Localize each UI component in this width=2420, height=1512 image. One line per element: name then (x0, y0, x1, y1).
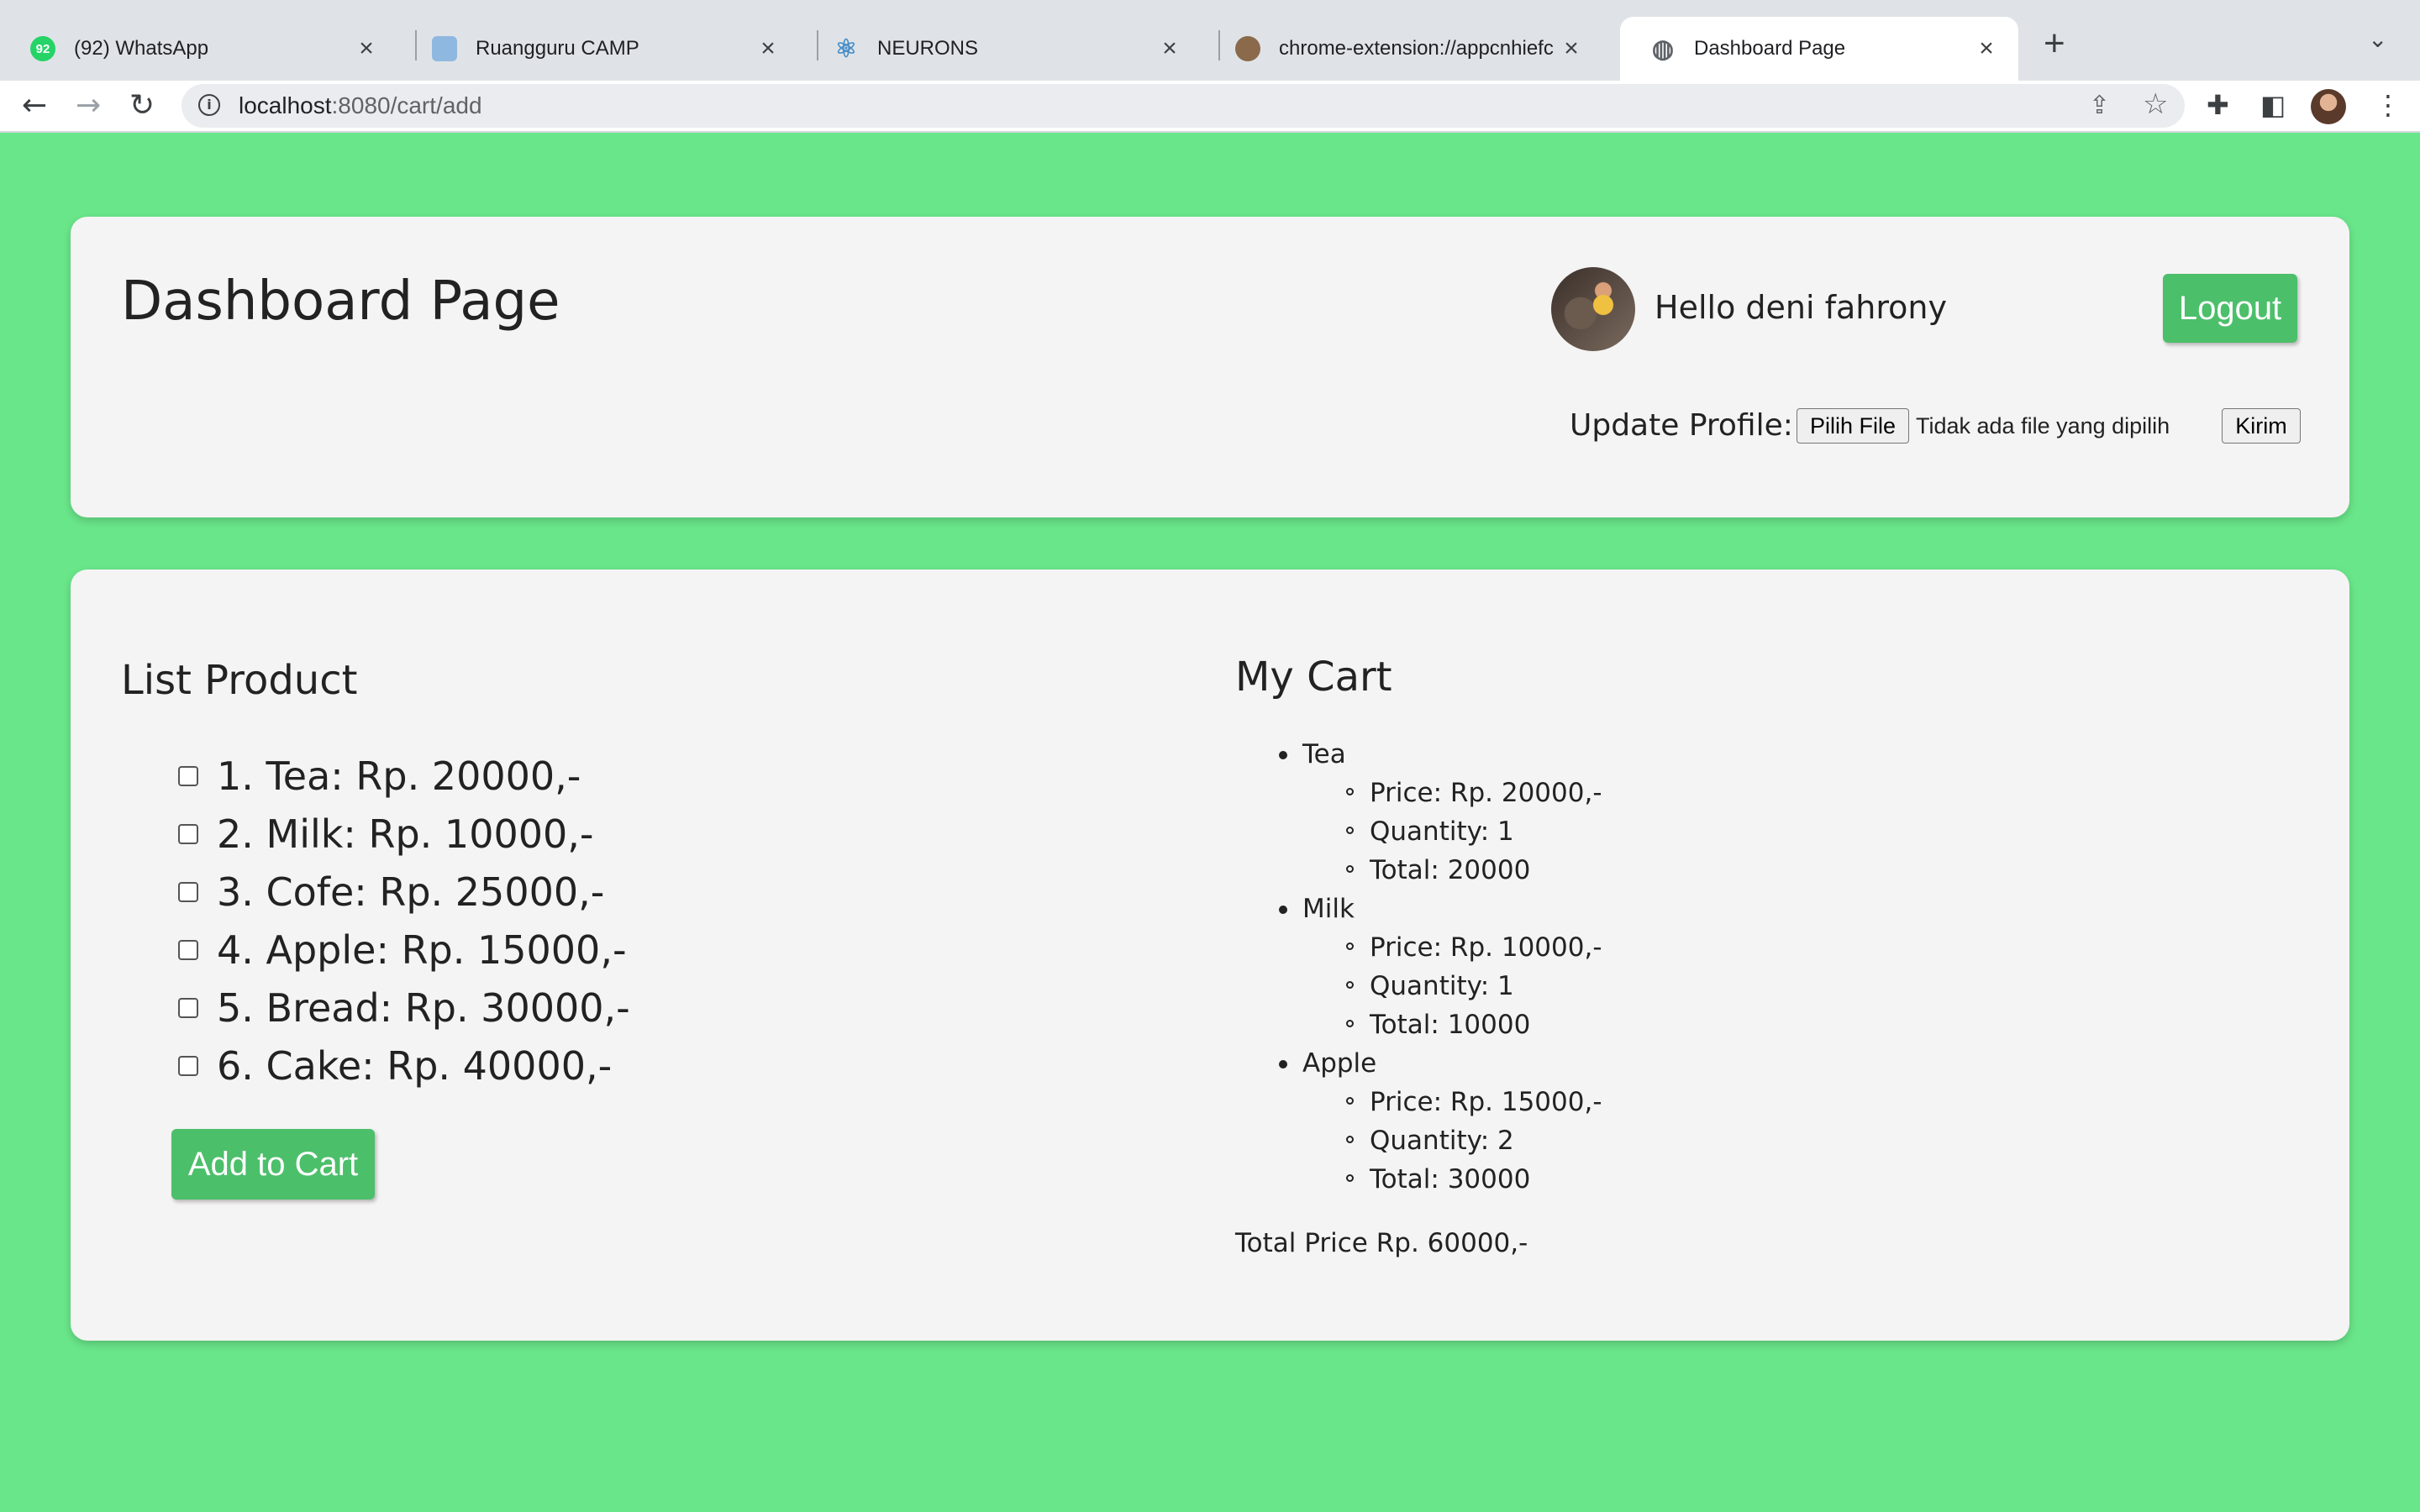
logout-button[interactable]: Logout (2163, 274, 2297, 343)
tab-ruangguru-camp[interactable]: Ruangguru CAMP × (402, 17, 800, 81)
tab-whatsapp[interactable]: 92 (92) WhatsApp × (0, 17, 398, 81)
browser-tab-bar: 92 (92) WhatsApp × Ruangguru CAMP × ⚛ NE… (0, 0, 2420, 81)
cart-item-name: Tea (1279, 739, 1346, 769)
tab-dashboard-page[interactable]: ◍ Dashboard Page × (1620, 17, 2018, 81)
header-card: Dashboard Page Hello deni fahrony Logout… (71, 217, 2349, 517)
product-item[interactable]: 5. Bread: Rp. 30000,- (178, 983, 630, 1033)
reload-icon[interactable]: ↻ (129, 86, 155, 126)
tab-title: (92) WhatsApp (74, 37, 209, 60)
file-status-text: Tidak ada file yang dipilih (1916, 413, 2170, 438)
product-checkbox[interactable] (178, 940, 198, 960)
product-checkbox[interactable] (178, 824, 198, 844)
browser-menu-icon[interactable]: ⋮ (2375, 89, 2402, 121)
product-checkbox[interactable] (178, 998, 198, 1018)
cart-item-total: Total: 20000 (1345, 855, 1531, 885)
tab-chrome-extension[interactable]: chrome-extension://appcnhiefc × (1205, 17, 1603, 81)
product-item[interactable]: 1. Tea: Rp. 20000,- (178, 751, 581, 801)
browser-toolbar: ← → ↻ i localhost:8080/cart/add ⇪ ☆ ✚ ◧ … (0, 81, 2420, 133)
cart-item-name: Milk (1279, 894, 1355, 924)
page-title: Dashboard Page (121, 270, 560, 333)
cart-item-total: Total: 10000 (1345, 1010, 1531, 1040)
product-label: 4. Apple: Rp. 15000,- (217, 927, 627, 973)
forward-arrow-icon[interactable]: → (76, 86, 101, 126)
cart-item-name: Apple (1278, 1048, 1377, 1079)
cart-item-quantity: Quantity: 1 (1346, 971, 1514, 1001)
cart-item-total: Total: 30000 (1345, 1164, 1531, 1194)
globe-icon: ◍ (1651, 34, 1675, 63)
ruangguru-icon (432, 36, 457, 61)
product-label: 6. Cake: Rp. 40000,- (217, 1043, 613, 1089)
product-item[interactable]: 3. Cofe: Rp. 25000,- (178, 867, 604, 917)
cart-title: My Cart (1235, 654, 1392, 701)
chevron-down-icon[interactable]: ⌄ (2368, 25, 2387, 53)
extensions-puzzle-icon[interactable]: ✚ (2207, 89, 2229, 121)
cart-item-quantity: Quantity: 2 (1346, 1126, 1514, 1156)
main-card: List Product 1. Tea: Rp. 20000,- 2. Milk… (71, 570, 2349, 1341)
bookmark-star-icon[interactable]: ☆ (2143, 87, 2168, 121)
greeting-text: Hello deni fahrony (1655, 289, 1947, 326)
tab-title: NEURONS (877, 37, 979, 60)
side-panel-icon[interactable]: ◧ (2260, 89, 2286, 121)
owl-icon (1235, 36, 1260, 61)
close-tab-icon[interactable]: × (756, 34, 780, 63)
cart-item-price: Price: Rp. 15000,- (1346, 1087, 1602, 1117)
product-list-title: List Product (121, 657, 358, 704)
new-tab-icon[interactable]: + (2044, 22, 2065, 66)
tab-title: Dashboard Page (1694, 37, 1846, 60)
product-checkbox[interactable] (178, 1056, 198, 1076)
update-profile-label: Update Profile: (1570, 408, 1793, 443)
cart-total-price: Total Price Rp. 60000,- (1235, 1228, 1528, 1258)
cart-item-price: Price: Rp. 10000,- (1346, 932, 1602, 963)
product-label: 1. Tea: Rp. 20000,- (217, 753, 581, 799)
product-item[interactable]: 2. Milk: Rp. 10000,- (178, 809, 593, 859)
profile-avatar-icon[interactable] (2311, 89, 2346, 124)
tab-neurons[interactable]: ⚛ NEURONS × (803, 17, 1202, 81)
submit-button[interactable]: Kirim (2222, 408, 2301, 444)
url-path: :8080/cart/add (331, 92, 482, 118)
add-to-cart-button[interactable]: Add to Cart (171, 1129, 375, 1200)
product-label: 5. Bread: Rp. 30000,- (217, 985, 630, 1031)
close-tab-icon[interactable]: × (1975, 34, 1998, 63)
product-checkbox[interactable] (178, 882, 198, 902)
react-icon: ⚛ (834, 34, 858, 63)
product-checkbox[interactable] (178, 766, 198, 786)
choose-file-button[interactable]: Pilih File (1797, 408, 1909, 444)
back-arrow-icon[interactable]: ← (22, 86, 47, 126)
address-bar[interactable]: i localhost:8080/cart/add ⇪ ☆ (182, 84, 2185, 128)
user-avatar (1551, 267, 1635, 351)
product-item[interactable]: 6. Cake: Rp. 40000,- (178, 1041, 612, 1091)
share-icon[interactable]: ⇪ (2089, 91, 2110, 120)
close-tab-icon[interactable]: × (1158, 34, 1181, 63)
product-label: 3. Cofe: Rp. 25000,- (217, 869, 605, 915)
cart-item-price: Price: Rp. 20000,- (1346, 778, 1602, 808)
whatsapp-icon: 92 (30, 36, 55, 61)
close-tab-icon[interactable]: × (1560, 34, 1583, 63)
site-info-icon[interactable]: i (198, 94, 220, 116)
cart-item-quantity: Quantity: 1 (1346, 816, 1514, 847)
product-item[interactable]: 4. Apple: Rp. 15000,- (178, 925, 627, 975)
url-host: localhost (239, 92, 332, 118)
url-text[interactable]: localhost:8080/cart/add (239, 84, 482, 128)
tab-title: chrome-extension://appcnhiefc (1279, 37, 1554, 60)
tab-title: Ruangguru CAMP (476, 37, 639, 60)
close-tab-icon[interactable]: × (355, 34, 378, 63)
product-label: 2. Milk: Rp. 10000,- (217, 811, 594, 857)
